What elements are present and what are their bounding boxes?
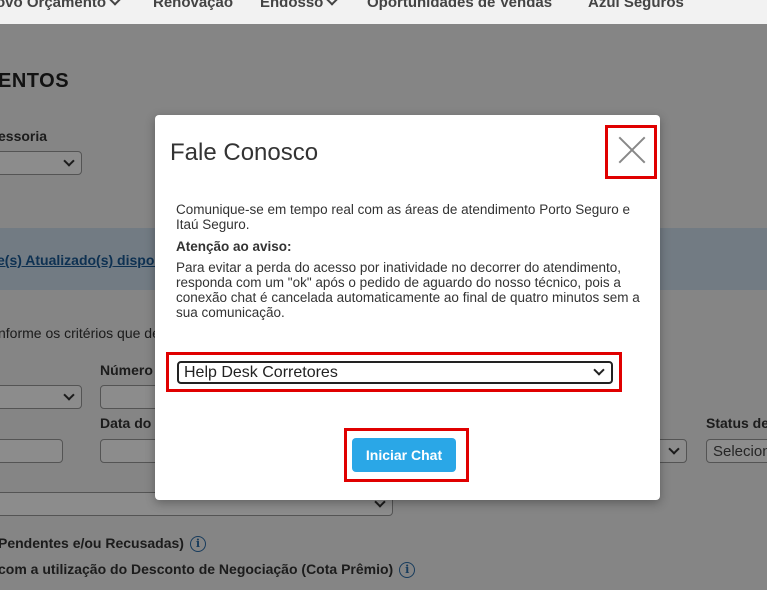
start-chat-button[interactable]: Iniciar Chat xyxy=(352,438,456,472)
modal-body: Comunique-se em tempo real com as áreas … xyxy=(176,202,646,327)
close-icon[interactable] xyxy=(618,136,646,164)
nav-novo-orcamento[interactable]: ovo Orçamento xyxy=(0,0,121,11)
close-highlight xyxy=(605,125,657,179)
warning-text: Para evitar a perda do acesso por inativ… xyxy=(176,260,640,320)
nav-azul-seguros[interactable]: Azul Seguros xyxy=(588,0,684,11)
chevron-down-icon xyxy=(326,0,339,6)
nav-endosso[interactable]: Endosso xyxy=(260,0,339,11)
intro-text: Comunique-se em tempo real com as áreas … xyxy=(176,202,630,232)
nav-renovacao[interactable]: Renovação xyxy=(153,0,233,11)
warning-title: Atenção ao aviso: xyxy=(176,239,292,254)
chevron-down-icon xyxy=(109,0,121,6)
top-nav: ovo Orçamento Renovação Endosso Oportuni… xyxy=(0,0,767,24)
chevron-down-icon xyxy=(593,364,605,376)
chat-area-select-value: Help Desk Corretores xyxy=(184,364,338,381)
chat-area-select[interactable]: Help Desk Corretores xyxy=(177,361,613,384)
modal-title: Fale Conosco xyxy=(170,139,319,166)
fale-conosco-modal: Fale Conosco Comunique-se em tempo real … xyxy=(155,115,660,500)
nav-oportunidades[interactable]: Oportunidades de Vendas xyxy=(367,0,552,11)
button-highlight: Iniciar Chat xyxy=(344,428,469,482)
select-highlight: Help Desk Corretores xyxy=(166,352,622,392)
